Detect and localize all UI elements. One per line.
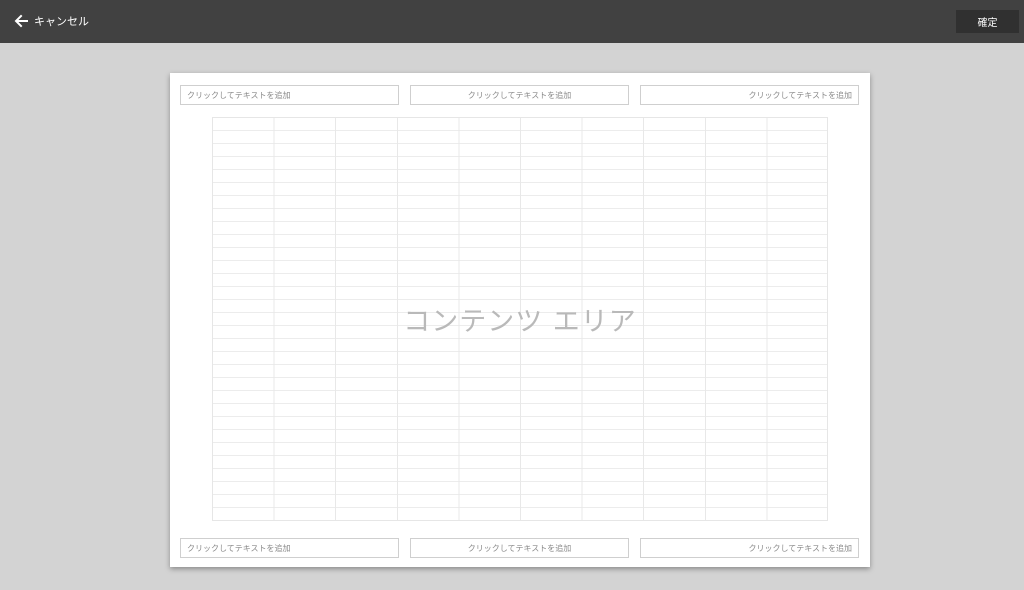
footer-center-field[interactable]: クリックしてテキストを追加 (410, 538, 629, 558)
top-toolbar: キャンセル 確定 (0, 0, 1024, 43)
header-left-field[interactable]: クリックしてテキストを追加 (180, 85, 399, 105)
page-preview: クリックしてテキストを追加 クリックしてテキストを追加 クリックしてテキストを追… (170, 73, 870, 567)
header-right-field[interactable]: クリックしてテキストを追加 (640, 85, 859, 105)
confirm-button[interactable]: 確定 (956, 10, 1019, 33)
back-arrow-icon (14, 14, 28, 28)
footer-left-field[interactable]: クリックしてテキストを追加 (180, 538, 399, 558)
content-area: コンテンツ エリア (212, 117, 828, 521)
cancel-label: キャンセル (34, 15, 89, 28)
footer-right-field[interactable]: クリックしてテキストを追加 (640, 538, 859, 558)
header-center-field[interactable]: クリックしてテキストを追加 (410, 85, 629, 105)
content-area-label: コンテンツ エリア (403, 306, 637, 338)
cancel-button[interactable]: キャンセル (14, 10, 89, 32)
